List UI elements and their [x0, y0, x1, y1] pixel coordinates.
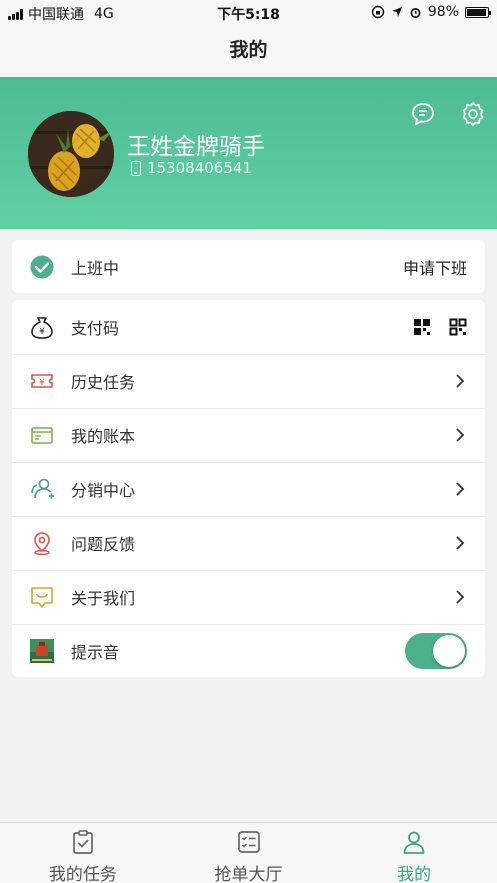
sound-thumbnail-icon: [30, 639, 54, 663]
ticket-icon: ¥: [31, 374, 53, 388]
page-title: 我的: [0, 26, 497, 77]
chevron-right-icon: [456, 374, 465, 388]
menu-item-feedback[interactable]: 问题反馈: [12, 516, 485, 570]
tab-order-hall[interactable]: 抢单大厅: [166, 823, 332, 883]
menu-item-payment-code[interactable]: ¥ 支付码: [12, 300, 485, 354]
tab-label: 抢单大厅: [214, 865, 283, 883]
duty-card: 上班中 申请下班: [12, 240, 485, 293]
phone-icon: [131, 160, 141, 176]
card-icon: [31, 427, 53, 444]
message-icon[interactable]: [410, 101, 436, 127]
share-users-icon: [31, 478, 54, 499]
list-check-icon: [237, 831, 260, 853]
tab-mine[interactable]: 我的: [331, 823, 497, 883]
menu-item-label: 我的账本: [71, 427, 136, 446]
menu-item-notification-sound: 提示音: [12, 624, 485, 678]
qr-code-icon[interactable]: [413, 318, 431, 336]
chevron-right-icon: [456, 482, 465, 496]
menu-item-distribution-center[interactable]: 分销中心: [12, 462, 485, 516]
user-icon: [403, 831, 425, 854]
toggle-knob: [433, 635, 465, 667]
avatar[interactable]: [28, 111, 114, 197]
status-bar: 中国联通 4G 下午5:18 98%: [0, 0, 497, 26]
status-right: 98%: [371, 4, 491, 20]
chevron-right-icon: [456, 428, 465, 442]
check-circle-icon: [30, 255, 54, 279]
tab-my-tasks[interactable]: 我的任务: [0, 823, 166, 883]
menu-item-label: 分销中心: [71, 481, 136, 500]
tab-label: 我的: [397, 865, 432, 883]
qr-code-scan-icon[interactable]: [449, 318, 467, 336]
profile-header: 王姓金牌骑手 15308406541: [0, 77, 497, 229]
menu-item-history-tasks[interactable]: ¥ 历史任务: [12, 354, 485, 408]
clipboard-check-icon: [72, 830, 93, 854]
menu-item-my-ledger[interactable]: 我的账本: [12, 408, 485, 462]
menu-item-label: 支付码: [71, 319, 120, 338]
menu-item-label: 提示音: [71, 643, 120, 662]
message-box-icon: [31, 587, 53, 608]
svg-text:¥: ¥: [39, 327, 45, 337]
pineapple-avatar-image: [28, 111, 114, 197]
location-arrow-icon: [391, 7, 402, 17]
menu-card: ¥ 支付码 ¥ 历史任务 我的账本 分销中心 问题反馈 关于我们 提示音: [12, 300, 485, 677]
alarm-icon: [410, 7, 421, 18]
menu-item-label: 问题反馈: [71, 535, 136, 554]
menu-item-about-us[interactable]: 关于我们: [12, 570, 485, 624]
menu-item-label: 历史任务: [71, 373, 136, 392]
tab-label: 我的任务: [48, 865, 117, 883]
user-name: 王姓金牌骑手: [127, 134, 265, 160]
sound-toggle[interactable]: [405, 633, 467, 669]
tab-bar: 我的任务 抢单大厅 我的: [0, 822, 497, 883]
request-off-duty-button[interactable]: 申请下班: [403, 255, 467, 279]
money-bag-icon: ¥: [31, 317, 53, 339]
battery-icon: [465, 6, 491, 18]
battery-label: 98%: [427, 4, 459, 20]
phone-row: 15308406541: [131, 159, 252, 177]
chevron-right-icon: [456, 590, 465, 604]
duty-status: 上班中: [71, 259, 120, 278]
chevron-right-icon: [456, 536, 465, 550]
settings-icon[interactable]: [460, 101, 486, 127]
svg-text:¥: ¥: [39, 378, 45, 388]
rotation-lock-icon: [371, 5, 385, 19]
location-pin-icon: [34, 532, 50, 556]
menu-item-label: 关于我们: [71, 589, 136, 608]
phone-number: 15308406541: [147, 159, 252, 177]
duty-row: 上班中 申请下班: [12, 240, 485, 294]
